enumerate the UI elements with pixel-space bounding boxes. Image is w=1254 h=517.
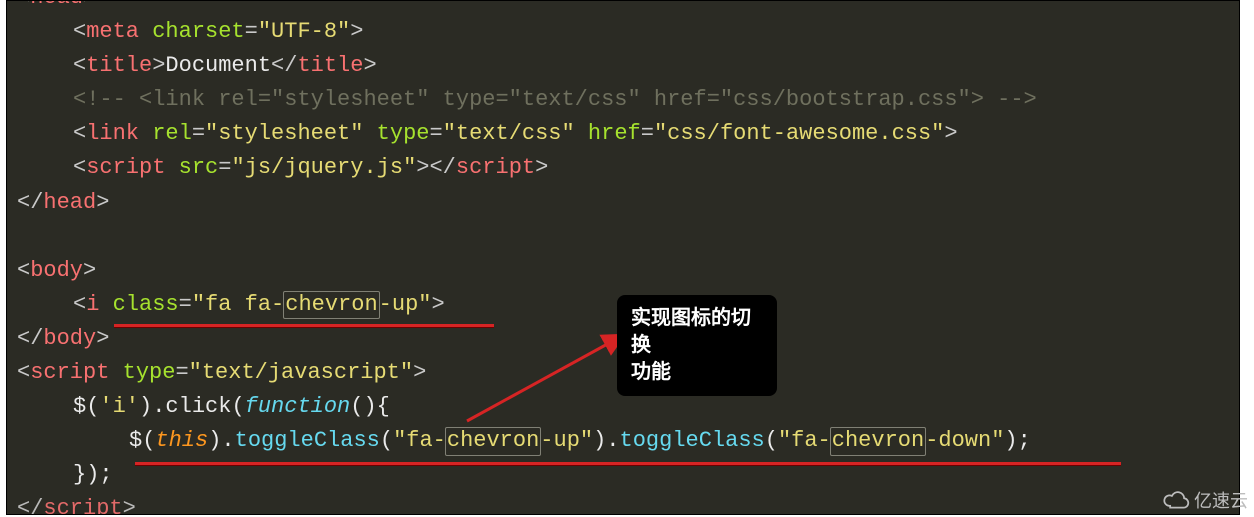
code-line: <script src="js/jquery.js"></script> [17, 151, 1239, 185]
underline-annotation [114, 324, 494, 328]
code-line: </script> [17, 492, 1239, 515]
watermark: 亿速云 [1162, 487, 1248, 513]
underline-annotation [135, 462, 1121, 466]
code-line: <body> [17, 254, 1239, 288]
annotation-callout: 实现图标的切换 功能 [617, 295, 777, 396]
cloud-icon [1162, 490, 1190, 510]
code-line: <head> [17, 0, 1239, 15]
code-line: <link rel="stylesheet" type="text/css" h… [17, 117, 1239, 151]
code-line-comment: <!-- <link rel="stylesheet" type="text/c… [17, 83, 1239, 117]
code-line-blank [17, 220, 1239, 254]
watermark-text: 亿速云 [1194, 487, 1248, 513]
code-line: <meta charset="UTF-8"> [17, 15, 1239, 49]
code-line: <title>Document</title> [17, 49, 1239, 83]
code-line: </head> [17, 186, 1239, 220]
callout-text: 实现图标的切换 [631, 305, 763, 359]
callout-text: 功能 [631, 359, 763, 386]
code-line-js: $(this).toggleClass("fa-chevron-up").tog… [17, 424, 1239, 458]
code-editor[interactable]: <head> <meta charset="UTF-8"> <title>Doc… [6, 0, 1240, 515]
